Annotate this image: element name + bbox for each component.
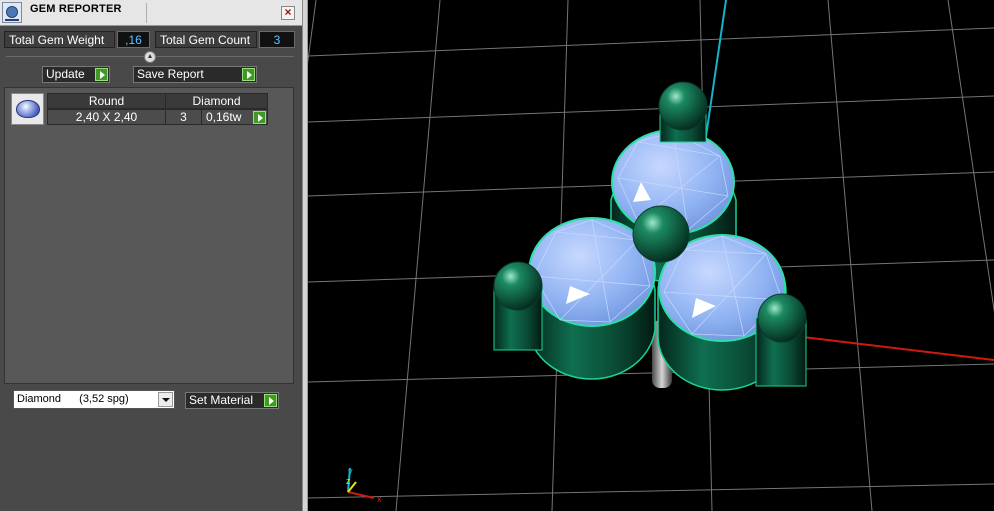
set-material-button[interactable]: Set Material [185,392,279,409]
play-arrow-icon[interactable] [253,111,266,124]
gem-reporter-panel: GEM REPORTER × Total Gem Weight ,16 Tota… [0,0,302,511]
gem-weight-cell[interactable]: 0,16tw [201,109,268,125]
gem-size-cell: 2,40 X 2,40 [47,109,166,125]
save-report-button-label: Save Report [137,67,204,81]
window-title: GEM REPORTER [30,3,122,15]
total-gem-count-label: Total Gem Count [155,31,257,48]
close-icon[interactable]: × [281,6,295,20]
material-name: Diamond [17,393,62,405]
material-select[interactable]: Diamond (3,52 spg) [13,390,175,409]
gem-count-cell: 3 [165,109,202,125]
play-arrow-icon [264,394,277,407]
chevron-down-icon[interactable] [158,392,173,407]
gem-weight-value: 0,16tw [206,110,242,124]
gem-material-header: Diamond [165,93,268,109]
viewport-canvas[interactable]: x y z [308,0,994,511]
3d-viewport[interactable]: x y z [308,0,994,511]
gem-reporter-app-icon [2,2,22,23]
axis-gizmo: x y z [346,466,382,504]
total-gem-count-value: 3 [259,31,295,48]
set-material-button-label: Set Material [189,393,254,407]
collapse-toggle-icon[interactable] [144,51,156,63]
round-gem-icon [11,93,44,125]
y-axis-label: y [348,466,353,476]
x-axis-label: x [377,494,382,504]
z-axis-label: z [346,476,351,486]
title-bar[interactable]: GEM REPORTER × [0,0,302,26]
update-button-label: Update [46,67,85,81]
ring-model[interactable] [493,81,807,391]
play-arrow-icon [242,68,255,81]
update-button[interactable]: Update [42,66,110,83]
play-arrow-icon [95,68,108,81]
gem-list: Round Diamond 2,40 X 2,40 3 0,16tw [4,87,294,384]
gem-shape-header: Round [47,93,166,109]
title-separator [146,3,147,23]
save-report-button[interactable]: Save Report [133,66,257,83]
total-gem-weight-value: ,16 [117,31,150,48]
material-density: (3,52 spg) [79,393,129,405]
total-gem-weight-label: Total Gem Weight [4,31,115,48]
